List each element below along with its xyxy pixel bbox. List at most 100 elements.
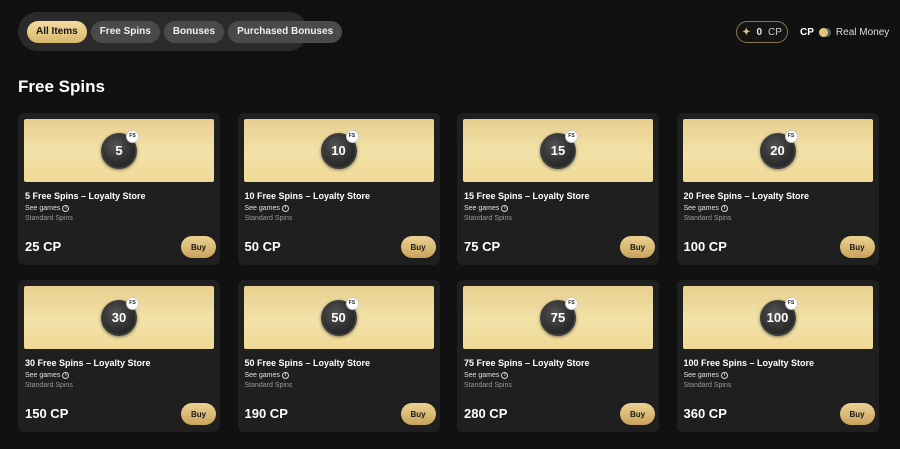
product-card[interactable]: 30 FS 30 Free Spins – Loyalty Store See gam… (18, 280, 220, 432)
product-title: 75 Free Spins – Loyalty Store (464, 358, 590, 368)
see-games-link[interactable]: See games i (245, 205, 289, 212)
product-banner: 15 FS (463, 119, 653, 182)
product-banner: 100 FS (682, 286, 873, 349)
currency-toggle-switch[interactable] (818, 27, 831, 37)
cp-balance-amount: 0 (756, 26, 763, 38)
see-games-label: See games (683, 205, 719, 212)
product-card[interactable]: 50 FS 50 Free Spins – Loyalty Store See gam… (237, 280, 440, 432)
info-icon[interactable]: i (720, 372, 728, 379)
category-filter-bar: All Items Free Spins Bonuses Purchased B… (18, 12, 343, 51)
filter-free-spins[interactable]: Free Spins (90, 20, 160, 43)
product-price: 360 CP (683, 406, 727, 421)
info-icon[interactable]: i (281, 372, 289, 379)
spin-tier: Standard Spins (683, 215, 732, 222)
free-spins-coin-icon: 100 FS (759, 296, 798, 336)
product-card[interactable]: 15 FS 15 Free Spins – Loyalty Store See gam… (457, 113, 659, 265)
product-title: 30 Free Spins – Loyalty Store (25, 358, 151, 368)
see-games-label: See games (25, 372, 61, 379)
cp-balance-unit: CP (768, 26, 782, 38)
fs-badge: FS (345, 129, 359, 143)
currency-toggle: CP Real Money (800, 22, 889, 42)
fs-badge: FS (565, 296, 578, 310)
currency-toggle-cp-label: CP (800, 26, 814, 38)
product-title: 5 Free Spins – Loyalty Store (25, 191, 146, 201)
spin-tier: Standard Spins (464, 382, 512, 389)
spin-tier: Standard Spins (25, 215, 73, 222)
free-spins-coin-icon: 50 FS (320, 296, 359, 336)
info-icon[interactable]: i (720, 205, 728, 212)
product-price: 50 CP (244, 239, 281, 254)
buy-button[interactable]: Buy (400, 236, 436, 258)
product-title: 50 Free Spins – Loyalty Store (244, 358, 371, 368)
fs-badge: FS (784, 296, 798, 310)
see-games-label: See games (464, 205, 500, 212)
product-title: 15 Free Spins – Loyalty Store (464, 191, 590, 201)
spin-tier: Standard Spins (244, 382, 293, 389)
sparkle-icon: ✦ (742, 26, 751, 38)
see-games-link[interactable]: See games i (245, 372, 289, 379)
filter-purchased-bonuses[interactable]: Purchased Bonuses (228, 20, 343, 43)
product-price: 150 CP (25, 406, 69, 421)
product-price: 75 CP (464, 239, 501, 254)
section-title: Free Spins (18, 77, 105, 96)
product-title: 100 Free Spins – Loyalty Store (683, 358, 815, 368)
product-banner: 10 FS (243, 119, 434, 182)
free-spins-coin-icon: 5 FS (101, 129, 139, 169)
info-icon[interactable]: i (501, 372, 509, 379)
buy-button[interactable]: Buy (839, 403, 875, 425)
spin-count: 50 (331, 310, 346, 325)
product-card[interactable]: 100 FS 100 Free Spins – Loyalty Store See g… (676, 280, 879, 432)
free-spins-coin-icon: 20 FS (759, 129, 798, 169)
buy-button[interactable]: Buy (400, 403, 436, 425)
free-spins-coin-icon: 10 FS (320, 129, 359, 169)
spin-tier: Standard Spins (683, 382, 732, 389)
fs-badge: FS (126, 129, 139, 143)
fs-badge: FS (565, 129, 578, 143)
buy-button[interactable]: Buy (181, 403, 216, 425)
filter-all-items[interactable]: All Items (27, 20, 87, 43)
product-grid: 5 FS 5 Free Spins – Loyalty Store See games… (18, 113, 879, 432)
see-games-link[interactable]: See games i (464, 372, 509, 379)
product-card[interactable]: 10 FS 10 Free Spins – Loyalty Store See gam… (237, 113, 440, 265)
filter-bonuses[interactable]: Bonuses (163, 20, 225, 43)
product-banner: 30 FS (24, 286, 214, 349)
fs-badge: FS (126, 296, 139, 310)
buy-button[interactable]: Buy (620, 403, 655, 425)
spin-tier: Standard Spins (25, 382, 73, 389)
info-icon[interactable]: i (281, 205, 289, 212)
product-card[interactable]: 20 FS 20 Free Spins – Loyalty Store See gam… (676, 113, 879, 265)
product-price: 280 CP (464, 406, 508, 421)
see-games-label: See games (25, 205, 61, 212)
see-games-link[interactable]: See games i (25, 372, 70, 379)
product-title: 20 Free Spins – Loyalty Store (683, 191, 810, 201)
see-games-link[interactable]: See games i (464, 205, 509, 212)
see-games-label: See games (683, 372, 719, 379)
cp-balance: ✦ 0 CP (736, 21, 788, 43)
fs-badge: FS (784, 129, 798, 143)
buy-button[interactable]: Buy (620, 236, 655, 258)
product-card[interactable]: 75 FS 75 Free Spins – Loyalty Store See gam… (457, 280, 659, 432)
see-games-link[interactable]: See games i (684, 205, 728, 212)
see-games-link[interactable]: See games i (25, 205, 70, 212)
spin-count: 5 (115, 143, 123, 158)
see-games-label: See games (244, 205, 280, 212)
free-spins-coin-icon: 30 FS (101, 296, 139, 336)
product-title: 10 Free Spins – Loyalty Store (244, 191, 371, 201)
see-games-link[interactable]: See games i (684, 372, 728, 379)
spin-count: 30 (111, 310, 127, 325)
see-games-label: See games (244, 372, 280, 379)
spin-count: 15 (550, 143, 566, 158)
info-icon[interactable]: i (501, 205, 509, 212)
product-card[interactable]: 5 FS 5 Free Spins – Loyalty Store See games… (18, 113, 220, 265)
info-icon[interactable]: i (62, 205, 70, 212)
buy-button[interactable]: Buy (181, 236, 216, 258)
product-banner: 20 FS (682, 119, 873, 182)
product-banner: 5 FS (24, 119, 214, 182)
buy-button[interactable]: Buy (839, 236, 875, 258)
product-banner: 50 FS (243, 286, 434, 349)
info-icon[interactable]: i (62, 372, 70, 379)
spin-count: 20 (770, 143, 785, 158)
product-price: 25 CP (25, 239, 62, 254)
free-spins-coin-icon: 75 FS (540, 296, 578, 336)
product-price: 100 CP (683, 239, 727, 254)
